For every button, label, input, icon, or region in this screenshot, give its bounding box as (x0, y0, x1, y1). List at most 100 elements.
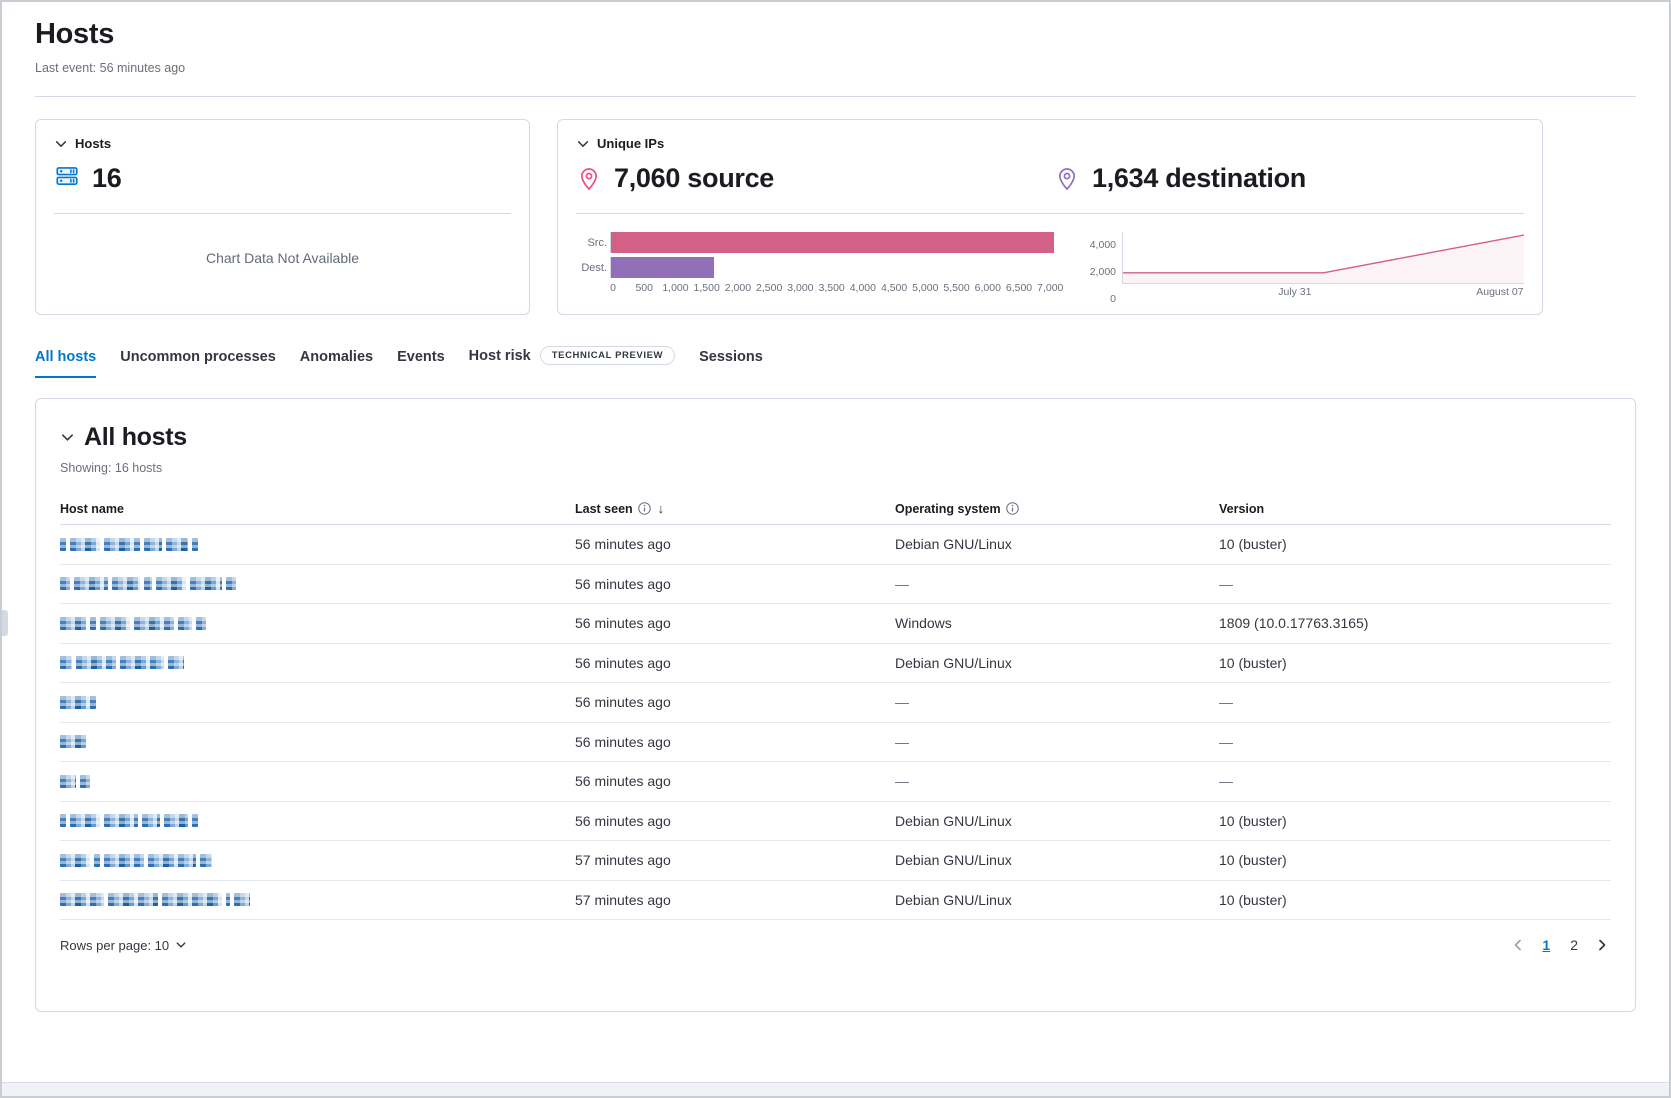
version-cell: — (1219, 734, 1611, 750)
destination-ips-value: 1,634 destination (1092, 163, 1306, 194)
tab-anomalies[interactable]: Anomalies (300, 349, 373, 378)
source-ips-value: 7,060 source (614, 163, 774, 194)
tab-sessions[interactable]: Sessions (699, 349, 763, 378)
bottom-strip (2, 1082, 1669, 1096)
chevron-down-icon (60, 430, 75, 445)
card-divider (576, 213, 1524, 214)
host-name-link[interactable] (60, 577, 575, 591)
column-header-last-seen[interactable]: Last seen ↓ (575, 501, 895, 516)
bar-category-label: Dest. (578, 262, 610, 274)
host-name-link[interactable] (60, 616, 575, 630)
operating-system-cell: — (895, 576, 1219, 592)
version-cell: — (1219, 694, 1611, 710)
card-divider (54, 213, 511, 214)
last-seen-cell: 57 minutes ago (575, 852, 895, 868)
version-cell: 10 (buster) (1219, 892, 1611, 908)
host-name-link[interactable] (60, 695, 575, 709)
hosts-kpi-card: Hosts 16 Chart Data Not Available (35, 119, 530, 315)
info-icon[interactable] (638, 502, 651, 515)
page-number-1[interactable]: 1 (1537, 936, 1555, 954)
host-name-link[interactable] (60, 893, 575, 907)
host-name-link[interactable] (60, 814, 575, 828)
technical-preview-badge: TECHNICAL PREVIEW (540, 346, 675, 365)
x-tick-label: 1,000 (662, 282, 688, 294)
x-tick-label: 3,500 (818, 282, 844, 294)
operating-system-cell: — (895, 773, 1219, 789)
x-tick-label: July 31 (1278, 286, 1311, 298)
last-seen-cell: 57 minutes ago (575, 892, 895, 908)
last-event-text: Last event: 56 minutes ago (35, 61, 1636, 75)
version-cell: 10 (buster) (1219, 655, 1611, 671)
chart-not-available-text: Chart Data Not Available (36, 250, 529, 266)
operating-system-cell: Debian GNU/Linux (895, 813, 1219, 829)
info-icon[interactable] (1006, 502, 1019, 515)
redacted-host-name (60, 893, 575, 907)
left-edge-artifact (2, 610, 8, 636)
column-header-operating-system[interactable]: Operating system (895, 502, 1219, 516)
sort-descending-icon[interactable]: ↓ (658, 501, 665, 516)
x-tick-label: 4,500 (881, 282, 907, 294)
host-name-link[interactable] (60, 537, 575, 551)
tab-label: Events (397, 349, 445, 365)
last-seen-cell: 56 minutes ago (575, 576, 895, 592)
tab-label: Uncommon processes (120, 349, 276, 365)
host-name-link[interactable] (60, 853, 575, 867)
tab-events[interactable]: Events (397, 349, 445, 378)
all-hosts-panel-header[interactable]: All hosts (60, 423, 1611, 452)
table-row: 56 minutes agoWindows1809 (10.0.17763.31… (60, 604, 1611, 644)
tab-uncommon-processes[interactable]: Uncommon processes (120, 349, 276, 378)
x-tick-label: 2,000 (725, 282, 751, 294)
unique-ips-bar-chart: Src.Dest. 05001,0001,5002,0002,5003,0003… (576, 232, 1054, 300)
hosts-card-header[interactable]: Hosts (54, 136, 511, 151)
hosts-stat: 16 (54, 163, 511, 194)
table-body: 56 minutes agoDebian GNU/Linux10 (buster… (60, 525, 1611, 920)
rows-per-page-button[interactable]: Rows per page: 10 (60, 938, 187, 953)
version-cell: 10 (buster) (1219, 536, 1611, 552)
map-pin-icon (1054, 166, 1080, 192)
x-tick-label: 7,000 (1037, 282, 1063, 294)
unique-ips-card-header[interactable]: Unique IPs (576, 136, 1524, 151)
host-name-link[interactable] (60, 735, 575, 749)
source-ips-stat: 7,060 source (576, 163, 1054, 194)
column-header-host-name[interactable]: Host name (60, 502, 575, 516)
operating-system-cell: — (895, 734, 1219, 750)
operating-system-cell: Windows (895, 615, 1219, 631)
hosts-count: 16 (92, 163, 121, 194)
version-cell: 10 (buster) (1219, 852, 1611, 868)
host-name-link[interactable] (60, 774, 575, 788)
bar-category-label: Src. (578, 237, 610, 249)
version-cell: — (1219, 773, 1611, 789)
host-name-link[interactable] (60, 656, 575, 670)
redacted-host-name (60, 656, 575, 670)
hosts-tabs: All hosts Uncommon processes Anomalies Even… (2, 346, 1669, 378)
map-pin-icon (576, 166, 602, 192)
operating-system-cell: Debian GNU/Linux (895, 536, 1219, 552)
previous-page-icon[interactable] (1509, 936, 1527, 954)
hosts-card-title: Hosts (75, 136, 111, 151)
page-number-2[interactable]: 2 (1565, 936, 1583, 954)
header-divider (35, 96, 1636, 97)
column-header-version[interactable]: Version (1219, 502, 1611, 516)
bar-chart-x-axis: 05001,0001,5002,0002,5003,0003,5004,0004… (613, 282, 1054, 296)
table-row: 56 minutes ago—— (60, 683, 1611, 723)
next-page-icon[interactable] (1593, 936, 1611, 954)
y-tick-label: 2,000 (1090, 266, 1116, 278)
x-tick-label: 3,000 (787, 282, 813, 294)
last-seen-cell: 56 minutes ago (575, 813, 895, 829)
bar-row: Src. (578, 232, 1054, 253)
version-cell: — (1219, 576, 1611, 592)
bar-row: Dest. (578, 257, 1054, 278)
x-tick-label: 6,500 (1006, 282, 1032, 294)
last-seen-cell: 56 minutes ago (575, 773, 895, 789)
all-hosts-table: Host name Last seen ↓ Operating system (60, 493, 1611, 920)
operating-system-cell: — (895, 694, 1219, 710)
table-row: 56 minutes ago—— (60, 723, 1611, 763)
all-hosts-panel: All hosts Showing: 16 hosts Host name La… (35, 398, 1636, 1012)
tab-label: All hosts (35, 349, 96, 365)
operating-system-cell: Debian GNU/Linux (895, 655, 1219, 671)
tab-all-hosts[interactable]: All hosts (35, 349, 96, 378)
tab-host-risk[interactable]: Host riskTECHNICAL PREVIEW (469, 346, 675, 378)
kpi-row: Hosts 16 Chart Data Not Available (2, 119, 1669, 315)
unique-ips-charts: Src.Dest. 05001,0001,5002,0002,5003,0003… (576, 232, 1524, 300)
area-chart-x-axis: July 31August 07 (1122, 286, 1524, 300)
